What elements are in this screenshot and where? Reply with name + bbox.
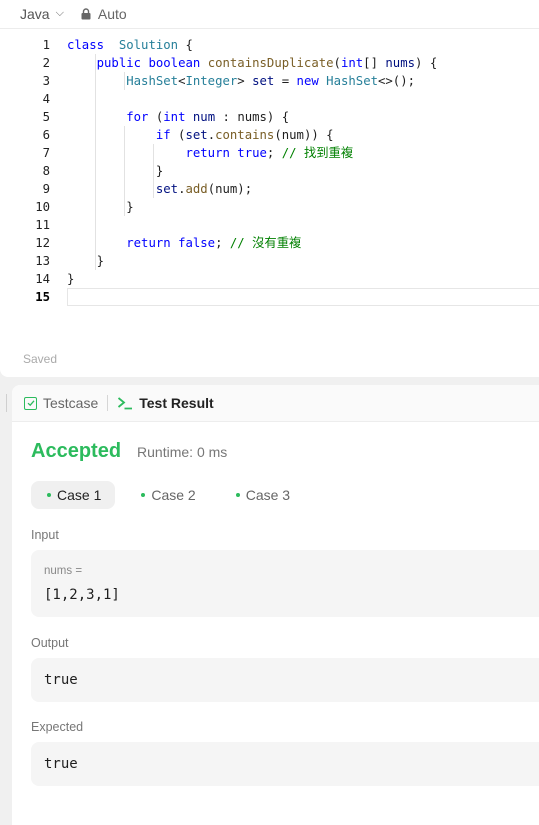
status-dot-icon — [235, 493, 240, 497]
result-tabbar: Testcase Test Result — [12, 385, 539, 422]
code-text: } — [67, 164, 164, 178]
code-line[interactable]: 4 — [0, 90, 539, 108]
line-number: 3 — [42, 74, 50, 88]
output-label: Output — [31, 636, 69, 650]
input-key: nums = — [44, 565, 83, 577]
indent-guide — [153, 162, 154, 180]
save-status: Saved — [23, 352, 58, 366]
code-text: return true; // 找到重複 — [185, 146, 354, 160]
line-number: 8 — [42, 164, 50, 178]
code-line[interactable]: 15 — [0, 288, 539, 306]
case-tab-3[interactable]: Case 3 — [220, 481, 304, 509]
input-label: Input — [31, 528, 59, 542]
lock-icon — [81, 8, 91, 20]
line-number: 13 — [35, 254, 50, 268]
runtime-text: Runtime: 0 ms — [137, 444, 228, 460]
code-line[interactable]: 12 return false; // 沒有重複 — [0, 234, 539, 252]
expected-label: Expected — [31, 720, 84, 734]
case-tab-label: Case 2 — [151, 487, 196, 503]
case-tab-label: Case 3 — [245, 487, 291, 503]
code-text: } — [67, 272, 75, 286]
line-number: 4 — [42, 92, 50, 106]
indent-guide — [95, 54, 96, 270]
code-line[interactable]: 10 } — [0, 198, 539, 216]
code-text: for (int num : nums) { — [126, 110, 290, 124]
output-box: true — [31, 658, 539, 702]
tab-test-result-label: Test Result — [139, 395, 214, 411]
status-dot-icon — [47, 493, 51, 497]
case-tabs: Case 1 Case 2 Case 3 — [31, 481, 304, 509]
checkbox-icon — [24, 396, 37, 410]
output-value: true — [44, 672, 78, 688]
code-line[interactable]: 6 if (set.contains(num)) { — [0, 126, 539, 144]
test-result-panel: Testcase Test Result Accepted Runtime: 0… — [12, 385, 539, 825]
line-number: 15 — [35, 290, 50, 304]
code-line[interactable]: 9 set.add(num); — [0, 180, 539, 198]
code-line[interactable]: 1 class Solution { — [0, 36, 539, 54]
code-text: return false; // 沒有重複 — [126, 236, 302, 250]
code-line[interactable]: 7 return true; // 找到重複 — [0, 144, 539, 162]
terminal-icon — [118, 397, 133, 410]
input-value: [1,2,3,1] — [44, 587, 120, 603]
code-line[interactable]: 3 HashSet<Integer> set = new HashSet<>()… — [0, 72, 539, 90]
code-area[interactable]: 1 class Solution { 2 public boolean contai… — [0, 36, 539, 306]
expected-value: true — [44, 756, 78, 772]
panel-resize-handle[interactable] — [6, 394, 7, 412]
code-line[interactable]: 2 public boolean containsDuplicate(int[]… — [0, 54, 539, 72]
line-number: 6 — [42, 128, 50, 142]
input-box: nums = [1,2,3,1] — [31, 550, 539, 617]
tab-testcase-label: Testcase — [43, 395, 99, 411]
verdict-status: Accepted — [31, 440, 122, 462]
tab-testcase[interactable]: Testcase — [24, 395, 98, 411]
code-line[interactable]: 14} — [0, 270, 539, 288]
line-number: 12 — [35, 236, 50, 250]
line-number: 14 — [35, 272, 50, 286]
tab-divider — [107, 395, 109, 411]
tab-test-result[interactable]: Test Result — [117, 395, 214, 411]
case-tab-2[interactable]: Case 2 — [125, 481, 209, 509]
line-number: 1 — [42, 38, 50, 52]
auto-mode-toggle[interactable]: Auto — [80, 6, 127, 22]
line-number: 5 — [42, 110, 50, 124]
line-number: 7 — [42, 146, 50, 160]
language-label: Java — [20, 6, 50, 22]
case-tab-label: Case 1 — [57, 487, 102, 503]
code-line[interactable]: 13 } — [0, 252, 539, 270]
code-text: HashSet<Integer> set = new HashSet<>(); — [126, 74, 416, 88]
code-text: class Solution { — [67, 38, 193, 52]
indent-guide — [124, 72, 125, 90]
expected-box: true — [31, 742, 539, 786]
status-dot-icon — [141, 493, 146, 497]
case-tab-1[interactable]: Case 1 — [31, 481, 116, 509]
cursor-line-highlight — [67, 288, 539, 306]
code-line[interactable]: 8 } — [0, 162, 539, 180]
line-number: 11 — [35, 218, 50, 232]
code-text: if (set.contains(num)) { — [155, 128, 334, 142]
editor-toolbar: Java ⌵ Auto — [0, 0, 539, 29]
indent-guide — [124, 126, 125, 216]
line-number: 10 — [35, 200, 50, 214]
chevron-down-icon: ⌵ — [55, 6, 64, 19]
line-number: 2 — [42, 56, 50, 70]
code-text: public boolean containsDuplicate(int[] n… — [96, 56, 438, 70]
auto-mode-label: Auto — [97, 6, 127, 22]
code-editor-panel: Java ⌵ Auto 1 class Solution { 2 public bo… — [0, 0, 539, 377]
code-text: } — [67, 254, 105, 268]
code-line[interactable]: 11 — [0, 216, 539, 234]
line-number: 9 — [42, 182, 50, 196]
language-selector[interactable]: Java ⌵ — [20, 6, 64, 22]
verdict-row: Accepted Runtime: 0 ms — [31, 440, 227, 463]
code-line[interactable]: 5 for (int num : nums) { — [0, 108, 539, 126]
